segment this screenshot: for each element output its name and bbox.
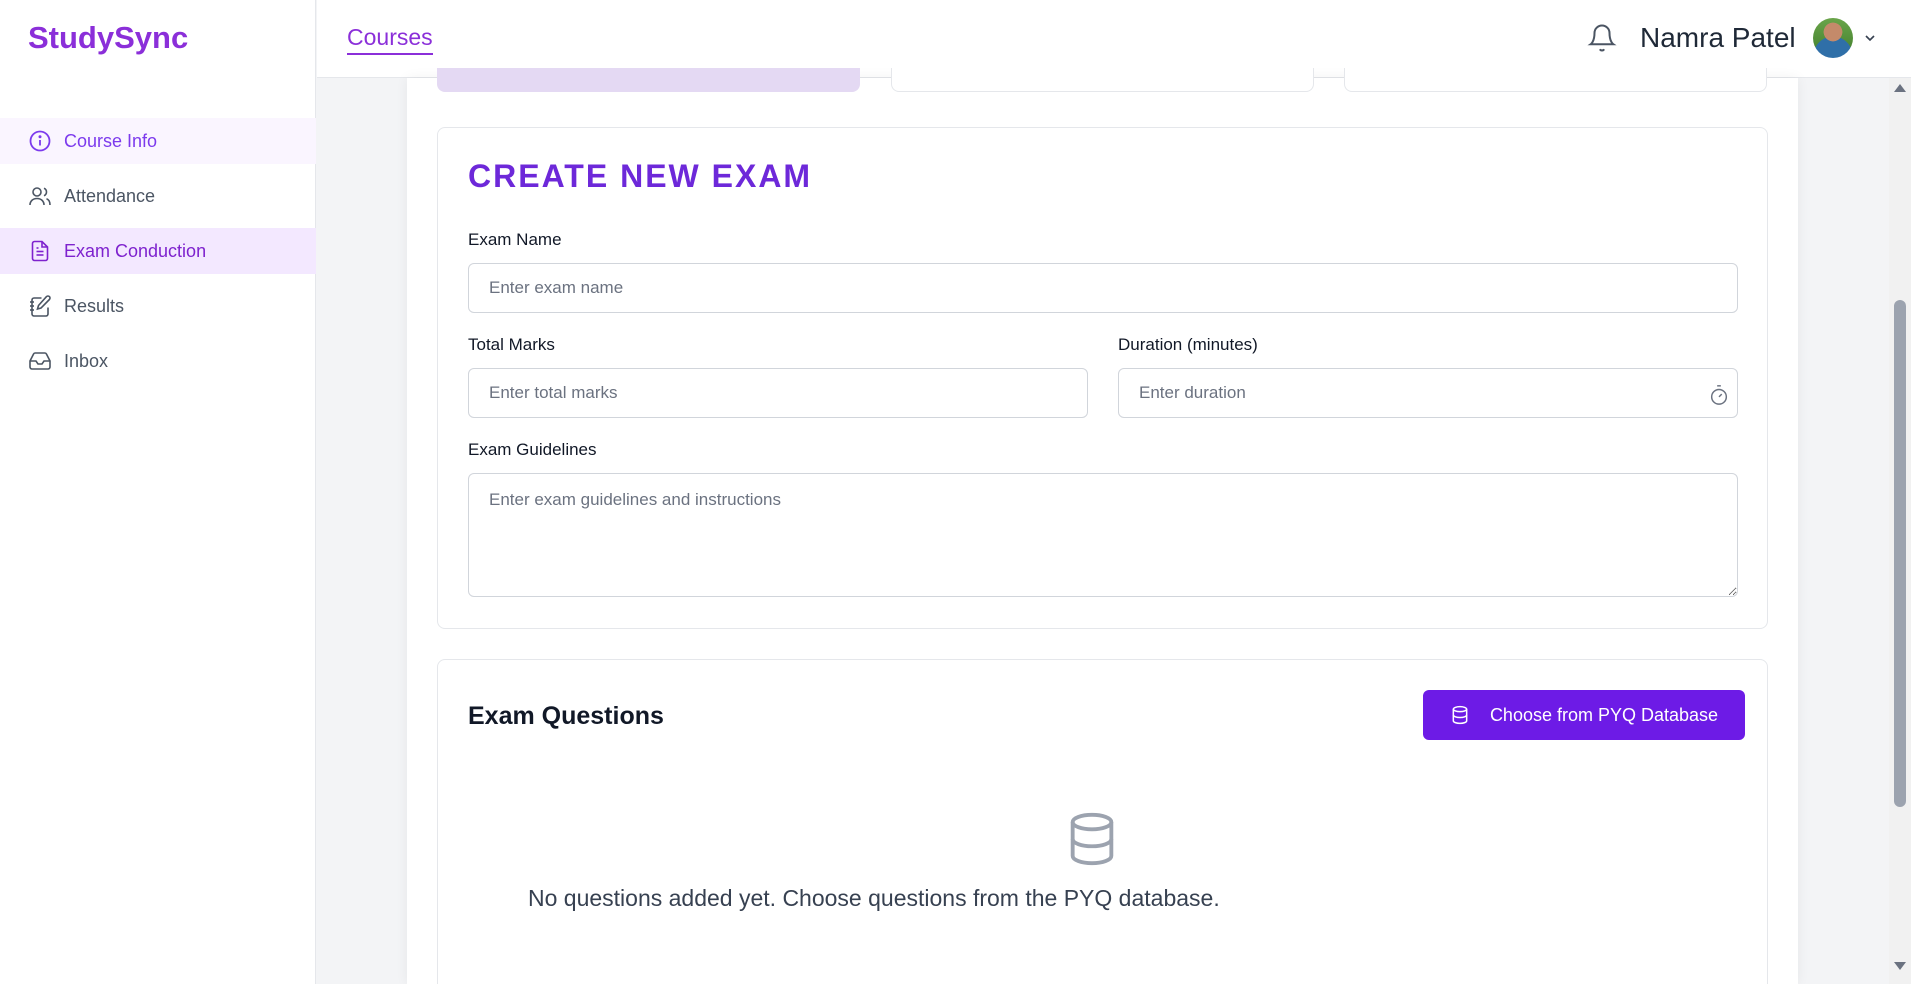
sidebar-nav: Course Info Attendance Exam Conduction R… [0,118,316,393]
main-panel: CREATE NEW EXAM Exam Name Total Marks Du… [407,68,1798,984]
user-name[interactable]: Namra Patel [1640,22,1796,54]
choose-pyq-button[interactable]: Choose from PYQ Database [1423,690,1745,740]
total-marks-input[interactable] [468,368,1088,418]
exam-questions-card: Exam Questions Choose from PYQ Database … [437,659,1768,984]
tab-courses[interactable]: Courses [347,24,433,55]
timer-icon [1710,385,1728,405]
exam-name-label: Exam Name [468,230,562,249]
avatar[interactable] [1813,18,1853,58]
scroll-thumb[interactable] [1894,300,1906,807]
sidebar-item-inbox[interactable]: Inbox [0,338,316,384]
top-header: Courses Namra Patel [317,0,1911,78]
notebook-pen-icon [28,294,52,318]
exam-questions-title: Exam Questions [468,702,664,730]
database-icon [1452,705,1468,725]
scroll-up-arrow[interactable] [1894,84,1906,92]
users-icon [28,184,52,208]
guidelines-textarea[interactable] [468,473,1738,597]
create-exam-card: CREATE NEW EXAM Exam Name Total Marks Du… [437,127,1768,629]
sidebar-item-label: Exam Conduction [64,240,207,261]
stat-card[interactable] [1344,68,1767,92]
duration-label: Duration (minutes) [1118,335,1258,354]
sidebar-item-course-info[interactable]: Course Info [0,118,316,164]
scroll-down-arrow[interactable] [1894,962,1906,970]
sidebar-item-attendance[interactable]: Attendance [0,173,316,219]
info-icon [28,129,52,153]
stat-card[interactable] [437,68,860,92]
duration-input[interactable] [1118,368,1738,418]
exam-name-input[interactable] [468,263,1738,313]
empty-state-text: No questions added yet. Choose questions… [528,885,1220,911]
sidebar-item-label: Results [64,295,125,316]
stat-card[interactable] [891,68,1314,92]
document-icon [28,239,52,263]
sidebar-item-label: Inbox [64,350,109,371]
sidebar-item-results[interactable]: Results [0,283,316,329]
sidebar-item-label: Course Info [64,130,158,151]
guidelines-label: Exam Guidelines [468,440,597,459]
create-exam-title: CREATE NEW EXAM [468,158,813,194]
database-icon [1070,812,1114,866]
app-logo[interactable]: StudySync [28,20,188,56]
chevron-down-icon[interactable] [1862,30,1878,46]
choose-pyq-label: Choose from PYQ Database [1489,704,1719,725]
inbox-icon [28,349,52,373]
sidebar-item-label: Attendance [64,185,156,206]
sidebar: StudySync Course Info Attendance Exam Co… [0,0,316,984]
sidebar-item-exam-conduction[interactable]: Exam Conduction [0,228,316,274]
total-marks-label: Total Marks [468,335,555,354]
bell-icon[interactable] [1587,22,1617,54]
scrollbar[interactable] [1889,78,1911,984]
